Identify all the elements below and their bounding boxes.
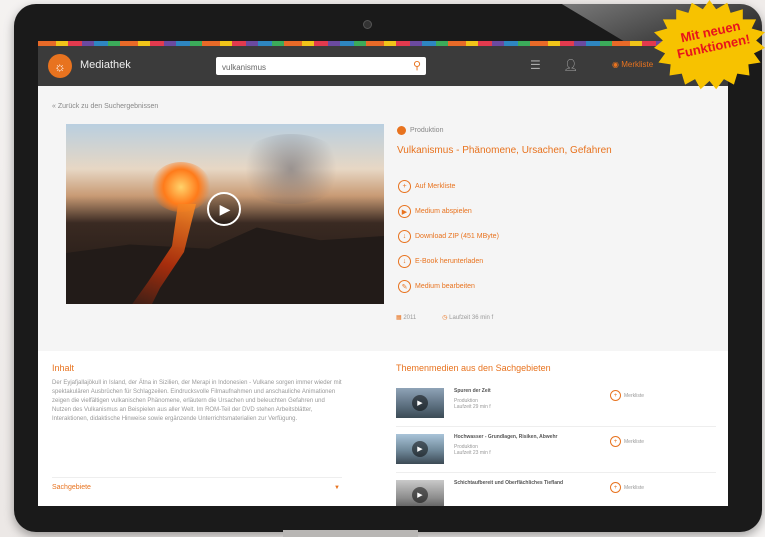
camera-lens bbox=[363, 20, 372, 29]
themenmedien-list: ▶ Spuren der Zeit Produktion Laufzeit 29 … bbox=[396, 384, 716, 506]
media-title: Vulkanismus - Phänomene, Ursachen, Gefah… bbox=[397, 145, 612, 156]
eye-icon: ◉ bbox=[612, 60, 619, 69]
year-info: ▦ 2011 bbox=[396, 315, 417, 321]
item-merkliste-button[interactable]: + Merkliste bbox=[610, 482, 644, 493]
list-item[interactable]: ▶ Hochwasser - Grundlagen, Risiken, Abwe… bbox=[396, 430, 716, 473]
action-label: Download ZIP (451 MByte) bbox=[415, 233, 499, 240]
calendar-icon: ▦ bbox=[396, 315, 402, 321]
download-icon: ↓ bbox=[398, 255, 411, 268]
item-merkliste-button[interactable]: + Merkliste bbox=[610, 390, 644, 401]
list-item[interactable]: ▶ Spuren der Zeit Produktion Laufzeit 29 … bbox=[396, 384, 716, 427]
download-icon: ↓ bbox=[398, 230, 411, 243]
chevron-down-icon: ▼ bbox=[334, 485, 340, 491]
thumbnail[interactable]: ▶ bbox=[396, 388, 444, 418]
item-title[interactable]: Hochwasser - Grundlagen, Risiken, Abwehr bbox=[454, 434, 574, 440]
smoke-plume bbox=[236, 134, 346, 204]
plus-icon: + bbox=[610, 390, 621, 401]
duration-info: ◷ Laufzeit 36 min f bbox=[442, 315, 494, 321]
tablet-frame: ☼ Mediathek ⚲ ☰ 👤︎ ◉ Merkliste « Zurück … bbox=[14, 4, 762, 532]
plus-icon: + bbox=[610, 482, 621, 493]
tablet-stand bbox=[283, 530, 418, 537]
production-label: Produktion bbox=[410, 127, 444, 134]
play-icon: ▶ bbox=[412, 395, 428, 411]
volcano-ridge bbox=[66, 227, 384, 304]
item-title[interactable]: Schichtaufbereit und Oberflächliches Tie… bbox=[454, 480, 574, 486]
add-to-merkliste-button[interactable]: + Auf Merkliste bbox=[398, 174, 499, 199]
brand-name[interactable]: Mediathek bbox=[80, 59, 131, 71]
action-label: Medium abspielen bbox=[415, 208, 472, 215]
sachgebiete-toggle[interactable]: Sachgebiete ▼ bbox=[52, 477, 342, 491]
themenmedien-heading: Themenmedien aus den Sachgebieten bbox=[396, 363, 551, 373]
play-icon: ▶ bbox=[412, 487, 428, 503]
user-icon[interactable]: 👤︎ bbox=[563, 58, 578, 72]
menu-icon[interactable]: ☰ bbox=[530, 58, 541, 72]
pencil-icon: ✎ bbox=[398, 280, 411, 293]
plus-icon: + bbox=[610, 436, 621, 447]
search-box: ⚲ bbox=[216, 57, 426, 77]
item-meta: Produktion Laufzeit 23 min f bbox=[454, 444, 491, 456]
back-link[interactable]: « Zurück zu den Suchergebnissen bbox=[52, 103, 158, 110]
download-ebook-button[interactable]: ↓ E-Book herunterladen bbox=[398, 249, 499, 274]
thumbnail[interactable]: ▶ bbox=[396, 480, 444, 506]
logo-icon[interactable]: ☼ bbox=[48, 54, 72, 78]
edit-media-button[interactable]: ✎ Medium bearbeiten bbox=[398, 274, 499, 299]
list-item[interactable]: ▶ Schichtaufbereit und Oberflächliches T… bbox=[396, 476, 716, 506]
media-meta: ▦ 2011 ◷ Laufzeit 36 min f bbox=[396, 314, 493, 321]
video-player[interactable]: ▶ bbox=[66, 124, 384, 304]
thumbnail[interactable]: ▶ bbox=[396, 434, 444, 464]
play-icon: ▶ bbox=[412, 441, 428, 457]
action-list: + Auf Merkliste ▶ Medium abspielen ↓ Dow… bbox=[398, 174, 499, 299]
item-title[interactable]: Spuren der Zeit bbox=[454, 388, 574, 394]
production-badge: Produktion bbox=[397, 126, 443, 135]
action-label: E-Book herunterladen bbox=[415, 258, 484, 265]
play-button[interactable]: ▶ bbox=[207, 192, 241, 226]
sachgebiete-label: Sachgebiete bbox=[52, 484, 91, 491]
merkliste-link[interactable]: ◉ Merkliste bbox=[612, 60, 653, 69]
item-meta: Produktion Laufzeit 29 min f bbox=[454, 398, 491, 410]
search-icon[interactable]: ⚲ bbox=[413, 59, 421, 72]
inhalt-heading: Inhalt bbox=[52, 363, 75, 373]
play-icon: ▶ bbox=[398, 205, 411, 218]
lower-section: Inhalt Der Eyjafjallajökull in Island, d… bbox=[38, 351, 728, 506]
production-icon bbox=[397, 126, 406, 135]
browser-screen: ☼ Mediathek ⚲ ☰ 👤︎ ◉ Merkliste « Zurück … bbox=[38, 41, 728, 506]
search-input[interactable] bbox=[216, 58, 408, 77]
merkliste-label: Merkliste bbox=[621, 60, 654, 69]
download-zip-button[interactable]: ↓ Download ZIP (451 MByte) bbox=[398, 224, 499, 249]
inhalt-text: Der Eyjafjallajökull in Island, der Ätna… bbox=[52, 380, 342, 422]
clock-icon: ◷ bbox=[442, 315, 448, 321]
top-navbar: ☼ Mediathek ⚲ ☰ 👤︎ ◉ Merkliste bbox=[38, 46, 728, 86]
plus-icon: + bbox=[398, 180, 411, 193]
action-label: Medium bearbeiten bbox=[415, 283, 475, 290]
play-media-button[interactable]: ▶ Medium abspielen bbox=[398, 199, 499, 224]
item-merkliste-button[interactable]: + Merkliste bbox=[610, 436, 644, 447]
action-label: Auf Merkliste bbox=[415, 183, 456, 190]
